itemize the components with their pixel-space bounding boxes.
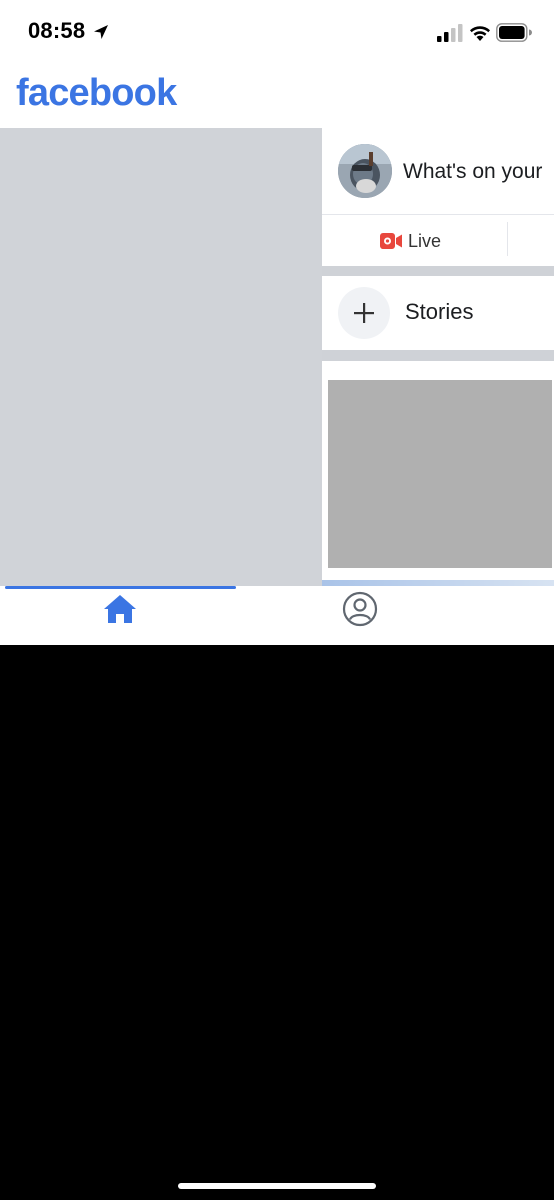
status-bar: 08:58: [0, 0, 554, 66]
divider: [507, 222, 508, 256]
post-image-placeholder: [328, 380, 552, 568]
tab-profile[interactable]: [340, 591, 380, 627]
home-icon: [104, 595, 136, 623]
battery-icon: [496, 23, 532, 42]
live-button[interactable]: Live: [380, 228, 441, 254]
post-composer: What's on your Live: [322, 128, 554, 266]
avatar[interactable]: [338, 144, 392, 198]
add-story-button[interactable]: [338, 287, 390, 339]
stories-section[interactable]: Stories: [322, 276, 554, 350]
cellular-signal-icon: [437, 24, 463, 42]
divider: [322, 214, 554, 215]
bottom-tab-bar: [0, 586, 554, 645]
user-avatar-icon: [338, 144, 392, 198]
location-arrow-icon: [94, 25, 108, 39]
wifi-icon: [470, 26, 490, 41]
live-label: Live: [408, 230, 442, 251]
loading-placeholder-panel: [0, 128, 322, 586]
stories-label: Stories: [405, 299, 474, 324]
app-screen: 08:58 facebook What's on your Live Stori…: [0, 0, 554, 645]
profile-icon: [342, 591, 378, 627]
home-indicator[interactable]: [178, 1183, 376, 1189]
active-tab-indicator: [5, 586, 236, 589]
composer-prompt[interactable]: What's on your: [403, 160, 542, 184]
feed-post[interactable]: [322, 361, 554, 586]
facebook-logo: facebook: [16, 72, 177, 114]
plus-icon: [354, 303, 374, 323]
content-area: What's on your Live Stories: [0, 128, 554, 586]
tab-home[interactable]: [100, 591, 140, 627]
news-feed: What's on your Live Stories: [322, 128, 554, 586]
live-video-icon: [380, 233, 402, 249]
status-time: 08:58: [28, 18, 86, 43]
